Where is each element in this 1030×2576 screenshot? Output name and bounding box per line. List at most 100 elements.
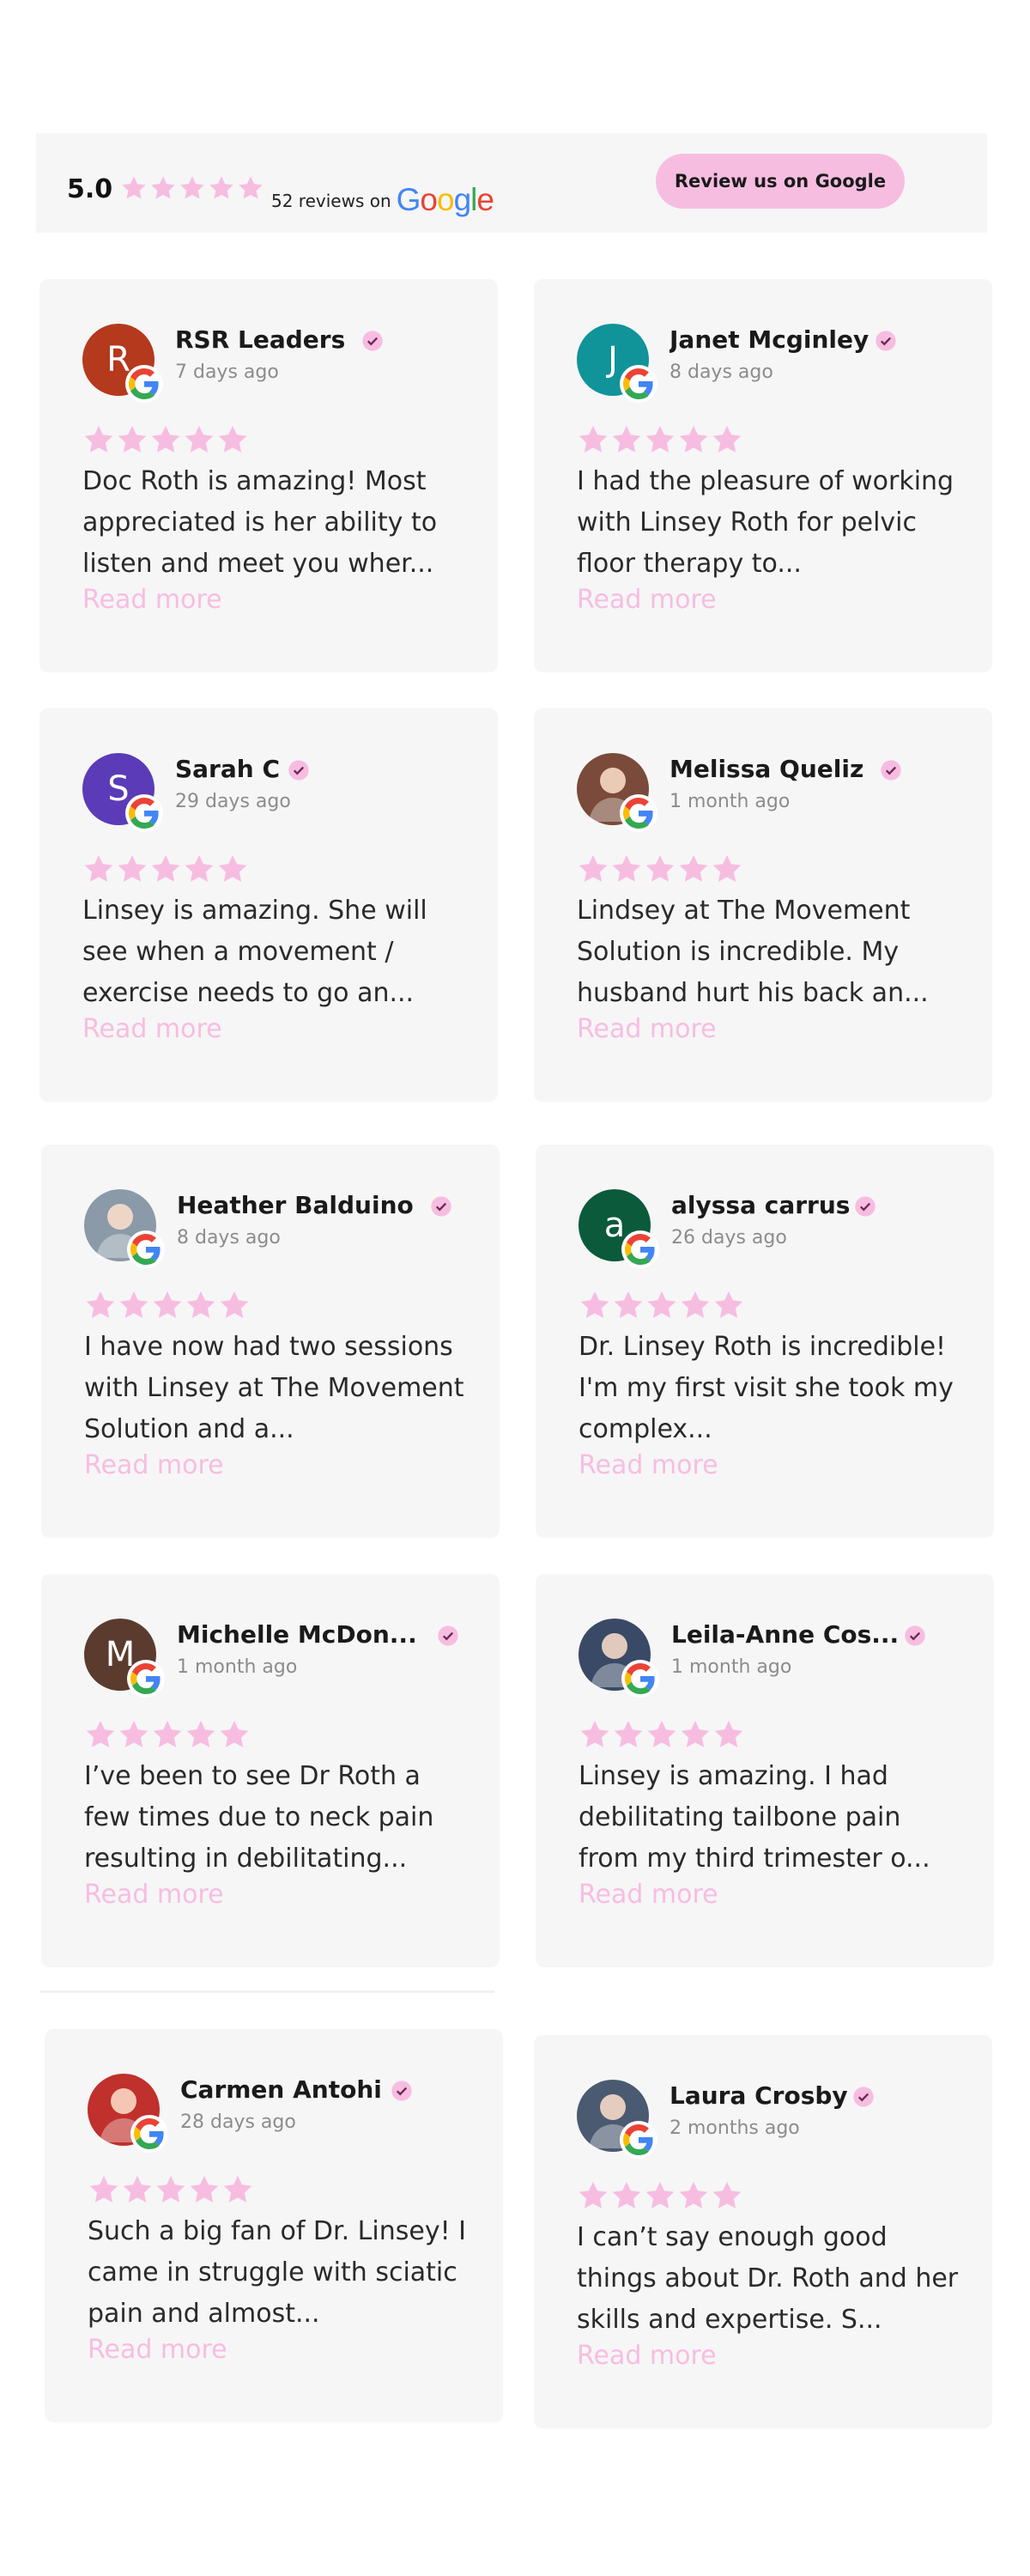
review-stars [82, 423, 249, 456]
star-icon [577, 423, 609, 456]
star-icon [183, 423, 215, 456]
star-icon [118, 1718, 150, 1751]
read-more-link[interactable]: Read more [579, 1450, 718, 1480]
review-date: 7 days ago [175, 361, 279, 383]
review-text: Lindsey at The Movement Solution is incr… [577, 896, 929, 1008]
reviewer-name: Carmen Antohi [180, 2075, 382, 2104]
star-icon [121, 2173, 154, 2206]
star-icon [185, 1718, 217, 1751]
reviewer-name: RSR Leaders [175, 325, 346, 354]
review-stars [84, 1718, 251, 1751]
reviewer-name: Melissa Queliz [670, 755, 864, 783]
review-card: R RSR Leaders 7 days ago Doc Roth is amazin… [39, 279, 498, 672]
google-icon [621, 1230, 659, 1268]
star-icon [237, 174, 264, 202]
read-more-link[interactable]: Read more [88, 2335, 227, 2365]
reviewer-name: Janet Mcginley [670, 325, 869, 354]
star-icon [188, 2173, 221, 2206]
star-icon [644, 423, 676, 456]
reviewer-name: Sarah C [175, 755, 280, 783]
verified-check-icon [903, 1624, 927, 1648]
verified-check-icon [429, 1194, 453, 1218]
google-icon [125, 794, 163, 832]
star-icon [183, 853, 215, 885]
review-stars [577, 423, 743, 456]
review-text: Linsey is amazing. I had debilitating ta… [579, 1761, 930, 1874]
read-more-link[interactable]: Read more [82, 585, 222, 615]
read-more-link[interactable]: Read more [84, 1450, 224, 1480]
review-date: 1 month ago [177, 1656, 298, 1678]
review-date: 29 days ago [175, 791, 291, 812]
reviewer-name: Heather Balduino [177, 1191, 414, 1219]
google-icon [620, 2121, 657, 2159]
divider [39, 1990, 494, 1993]
read-more-link[interactable]: Read more [577, 1014, 717, 1044]
star-icon [118, 1289, 150, 1321]
review-card: M Michelle McDon... 1 month ago I’ve been t… [41, 1574, 500, 1967]
review-us-on-google-button[interactable]: Review us on Google [656, 154, 905, 209]
read-more-link[interactable]: Read more [577, 2341, 717, 2371]
star-icon [577, 2179, 609, 2212]
verified-check-icon [360, 329, 385, 353]
star-icon [679, 1718, 712, 1751]
summary-stars [120, 174, 264, 202]
review-text: Dr. Linsey Roth is incredible! I'm my fi… [579, 1332, 954, 1444]
verified-check-icon [287, 758, 311, 782]
star-icon [645, 1718, 678, 1751]
star-icon [579, 1718, 611, 1751]
review-count: 52 reviews on Google [271, 179, 494, 217]
star-icon [179, 174, 206, 202]
verified-check-icon [390, 2079, 414, 2103]
read-more-link[interactable]: Read more [82, 1014, 222, 1044]
star-icon [610, 423, 643, 456]
review-text: I can’t say enough good things about Dr.… [577, 2222, 959, 2335]
review-stars [82, 853, 249, 885]
star-icon [218, 1718, 251, 1751]
review-stars [579, 1289, 745, 1321]
review-card: Leila-Anne Cos... 1 month ago Linsey is am… [536, 1574, 994, 1967]
star-icon [610, 2179, 643, 2212]
review-date: 1 month ago [670, 791, 791, 812]
google-icon [125, 365, 163, 403]
review-stars [577, 853, 743, 885]
star-icon [84, 1718, 117, 1751]
review-text: I had the pleasure of working with Linse… [577, 466, 954, 579]
google-icon [130, 2115, 168, 2153]
review-text: I’ve been to see Dr Roth a few times due… [84, 1761, 434, 1874]
review-text: I have now had two sessions with Linsey … [84, 1332, 464, 1444]
review-date: 8 days ago [177, 1227, 281, 1249]
star-icon [151, 1289, 184, 1321]
star-icon [712, 1289, 745, 1321]
read-more-link[interactable]: Read more [84, 1880, 224, 1910]
review-date: 28 days ago [180, 2111, 296, 2133]
google-icon [620, 794, 657, 832]
review-card: a alyssa carrus 26 days ago Dr. Linsey Roth… [536, 1145, 994, 1538]
star-icon [711, 423, 743, 456]
review-card: Laura Crosby 2 months ago I can’t say enou… [534, 2035, 992, 2428]
review-card: Melissa Queliz 1 month ago Lindsey at The … [534, 708, 992, 1102]
star-icon [644, 853, 676, 885]
verified-check-icon [879, 758, 903, 782]
star-icon [208, 174, 235, 202]
star-icon [612, 1718, 645, 1751]
star-icon [151, 1718, 184, 1751]
google-icon [620, 365, 657, 403]
review-stars [577, 2179, 743, 2212]
google-icon [127, 1230, 165, 1268]
review-stars [84, 1289, 251, 1321]
review-stars [579, 1718, 745, 1751]
star-icon [679, 1289, 712, 1321]
star-icon [218, 1289, 251, 1321]
review-count-text: 52 reviews on [271, 191, 391, 211]
star-icon [149, 423, 182, 456]
star-icon [154, 2173, 187, 2206]
review-text: Linsey is amazing. She will see when a m… [82, 896, 427, 1008]
review-text: Such a big fan of Dr. Linsey! I came in … [88, 2216, 466, 2329]
average-rating: 5.0 [67, 174, 113, 204]
star-icon [120, 174, 148, 202]
read-more-link[interactable]: Read more [579, 1880, 718, 1910]
star-icon [88, 2173, 120, 2206]
read-more-link[interactable]: Read more [577, 585, 717, 615]
star-icon [216, 853, 249, 885]
star-icon [216, 423, 249, 456]
